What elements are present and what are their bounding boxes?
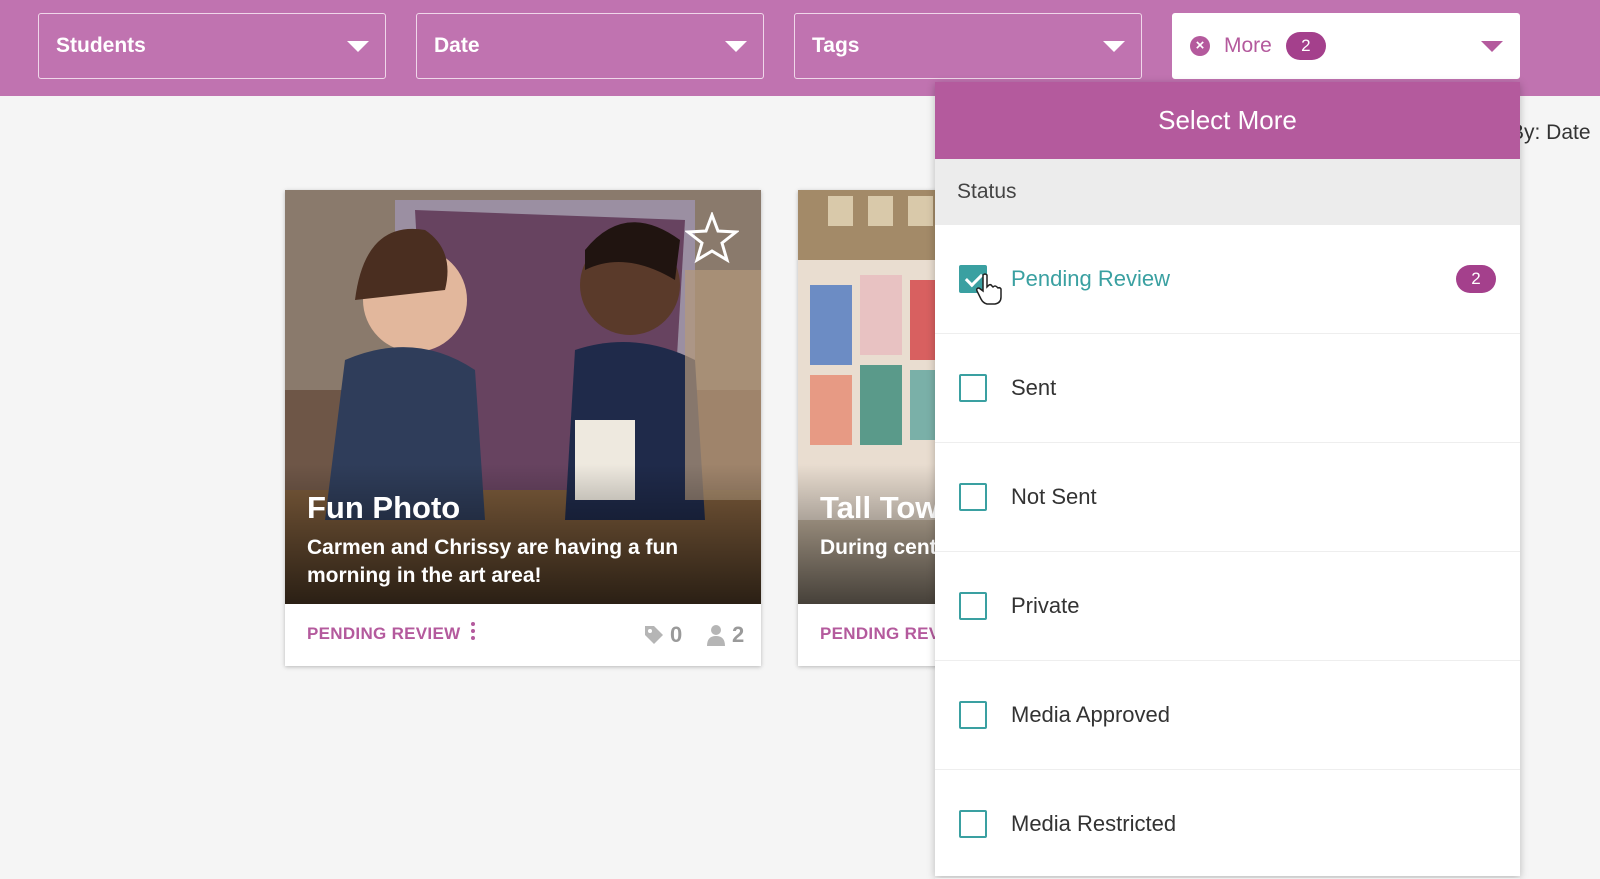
option-label: Private <box>1011 593 1080 618</box>
option-label: Pending Review <box>1011 266 1170 291</box>
checkbox[interactable] <box>959 483 987 511</box>
option-media-approved[interactable]: Media Approved <box>935 661 1520 770</box>
more-count-badge: 2 <box>1285 32 1326 60</box>
hand-cursor-icon <box>976 273 1002 305</box>
checkbox[interactable] <box>959 592 987 620</box>
chevron-down-icon <box>725 41 747 52</box>
checkbox[interactable] <box>959 701 987 729</box>
chevron-down-icon <box>1481 41 1503 52</box>
option-sent[interactable]: Sent <box>935 334 1520 443</box>
clear-icon[interactable]: × <box>1190 36 1210 56</box>
people-count: 2 <box>705 622 744 648</box>
option-private[interactable]: Private <box>935 552 1520 661</box>
option-label: Sent <box>1011 375 1057 400</box>
card-title: Fun Photo <box>307 490 461 525</box>
more-dropdown: Select More Status Pending Review 2 Sent… <box>935 82 1520 879</box>
option-not-sent[interactable]: Not Sent <box>935 443 1520 552</box>
tag-count: 0 <box>643 622 682 648</box>
status-section-label: Status <box>935 159 1520 225</box>
date-filter-label: Date <box>434 34 480 57</box>
option-label: Media Restricted <box>1011 811 1177 836</box>
card-footer: PENDING REVIEW 0 2 <box>285 604 761 666</box>
students-filter[interactable]: Students <box>38 13 386 79</box>
dropdown-header: Select More <box>935 82 1520 159</box>
more-filter[interactable]: × More 2 <box>1172 13 1520 79</box>
tags-filter[interactable]: Tags <box>794 13 1142 79</box>
more-filter-label: More <box>1224 34 1272 57</box>
chevron-down-icon <box>1103 41 1125 52</box>
option-label: Not Sent <box>1011 484 1097 509</box>
tag-count-value: 0 <box>670 622 683 647</box>
card-description: Carmen and Chrissy are having a fun morn… <box>307 536 679 587</box>
option-count-badge: 2 <box>1456 265 1496 293</box>
students-filter-label: Students <box>56 34 146 57</box>
sort-label[interactable]: By: Date <box>1510 121 1591 145</box>
checkbox[interactable] <box>959 374 987 402</box>
more-vertical-icon[interactable] <box>470 622 476 644</box>
star-icon[interactable] <box>685 212 739 264</box>
card-title: Tall Tow <box>820 490 940 525</box>
observation-card[interactable]: Fun Photo Carmen and Chrissy are having … <box>285 190 761 666</box>
status-link[interactable]: PENDING REV <box>820 624 940 644</box>
date-filter[interactable]: Date <box>416 13 764 79</box>
tags-filter-label: Tags <box>812 34 860 57</box>
option-pending-review[interactable]: Pending Review 2 <box>935 225 1520 334</box>
status-link[interactable]: PENDING REVIEW <box>307 624 460 644</box>
card-photo[interactable]: Fun Photo Carmen and Chrissy are having … <box>285 190 761 604</box>
checkbox[interactable] <box>959 810 987 838</box>
person-icon <box>707 625 725 646</box>
option-media-restricted[interactable]: Media Restricted <box>935 770 1520 879</box>
option-label: Media Approved <box>1011 702 1170 727</box>
people-count-value: 2 <box>732 622 745 647</box>
tag-icon <box>645 626 663 644</box>
chevron-down-icon <box>347 41 369 52</box>
